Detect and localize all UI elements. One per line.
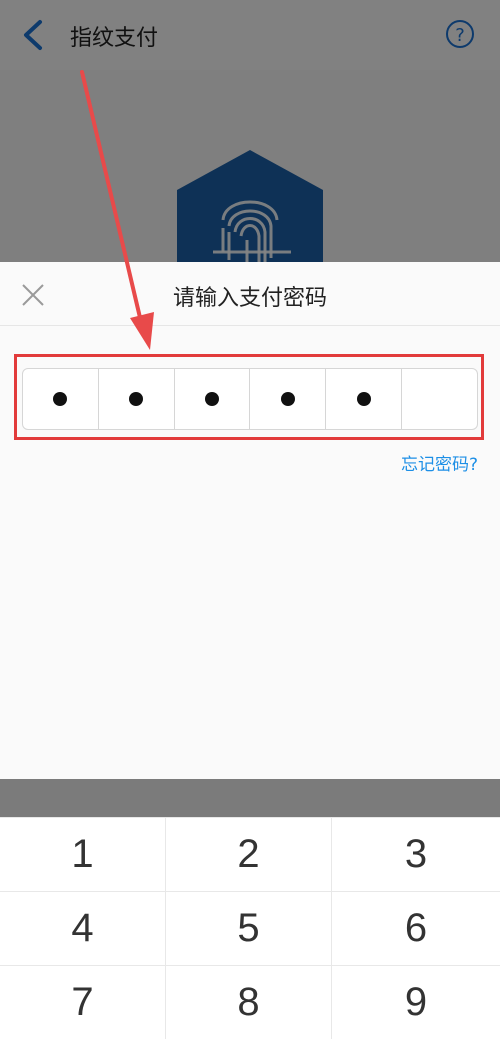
key-9[interactable]: 9	[332, 965, 500, 1039]
key-2[interactable]: 2	[166, 817, 332, 891]
key-4[interactable]: 4	[0, 891, 166, 965]
pin-cell	[250, 369, 327, 429]
sheet-title: 请输入支付密码	[172, 286, 327, 311]
pin-dot-icon	[129, 392, 144, 406]
key-6[interactable]: 6	[332, 891, 500, 965]
divider	[0, 325, 500, 326]
pin-cell	[99, 369, 175, 429]
pin-dot-icon	[280, 392, 295, 406]
key-3[interactable]: 3	[332, 817, 500, 891]
pin-cell	[326, 369, 403, 429]
key-8[interactable]: 8	[166, 965, 332, 1039]
pin-dot-icon	[205, 392, 220, 406]
numeric-keypad: 1 2 3 4 5 6 7 8 9	[0, 817, 500, 1041]
pin-input[interactable]	[22, 368, 478, 430]
key-5[interactable]: 5	[166, 891, 332, 965]
pin-dot-icon	[356, 392, 371, 406]
pin-cell	[175, 369, 251, 429]
pin-cell	[402, 369, 477, 429]
key-7[interactable]: 7	[0, 965, 166, 1039]
password-sheet: 请输入支付密码 忘记密码? 1 2 3 4 5 6 7 8 9	[0, 262, 500, 1041]
key-1[interactable]: 1	[0, 817, 166, 891]
pin-dot-icon	[53, 392, 68, 406]
forgot-password-link[interactable]: 忘记密码?	[401, 450, 478, 475]
pin-cell	[23, 369, 99, 429]
